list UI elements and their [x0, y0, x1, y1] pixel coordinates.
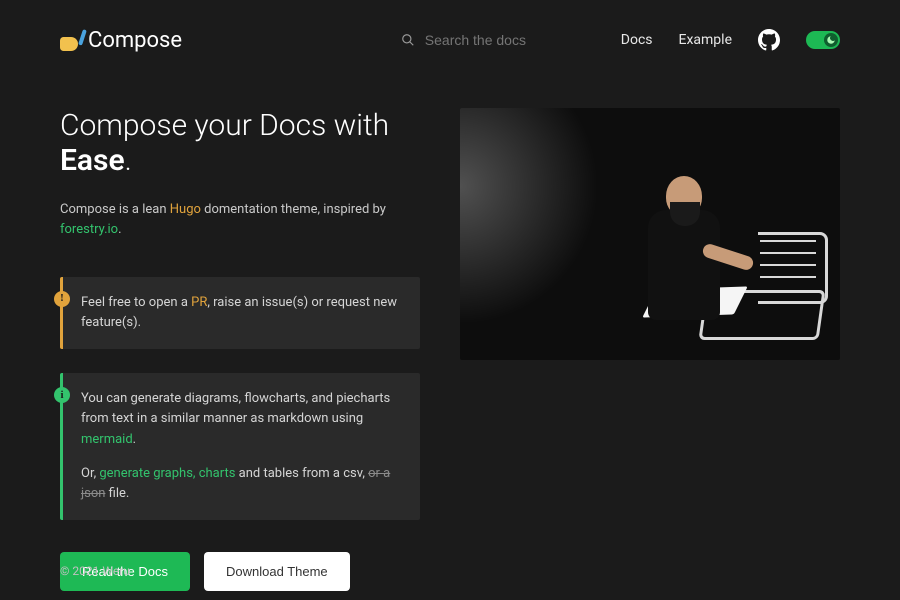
exclamation-icon: !	[54, 291, 70, 307]
hugo-link[interactable]: Hugo	[170, 202, 201, 217]
info-icon: i	[54, 387, 70, 403]
page-subtitle: Compose is a lean Hugo domentation theme…	[60, 200, 420, 239]
graphs-link[interactable]: generate graphs, charts	[99, 466, 235, 481]
main-content: Compose your Docs with Ease. Compose is …	[60, 108, 840, 591]
search-input[interactable]	[425, 32, 565, 48]
compose-icon	[60, 29, 82, 51]
callout-warning: ! Feel free to open a PR, raise an issue…	[60, 277, 420, 349]
page-title: Compose your Docs with Ease.	[60, 108, 420, 178]
forestry-link[interactable]: forestry.io	[60, 222, 118, 237]
search-box[interactable]	[401, 32, 581, 48]
search-icon	[401, 33, 415, 47]
pr-link[interactable]: PR	[191, 295, 207, 310]
nav-docs[interactable]: Docs	[621, 32, 653, 48]
footer-copyright: © 2021 Weru	[60, 564, 130, 578]
github-icon[interactable]	[758, 29, 780, 51]
mermaid-link[interactable]: mermaid	[81, 432, 133, 447]
theme-toggle[interactable]	[806, 31, 840, 49]
hero-image	[460, 108, 840, 360]
moon-icon	[824, 33, 838, 47]
brand-name: Compose	[88, 28, 182, 53]
nav-example[interactable]: Example	[679, 32, 732, 48]
download-theme-button[interactable]: Download Theme	[204, 552, 350, 591]
top-header: Compose Docs Example	[60, 0, 840, 80]
brand-logo[interactable]: Compose	[60, 28, 182, 53]
nav-links: Docs Example	[621, 29, 840, 51]
callout-info: i You can generate diagrams, flowcharts,…	[60, 373, 420, 520]
